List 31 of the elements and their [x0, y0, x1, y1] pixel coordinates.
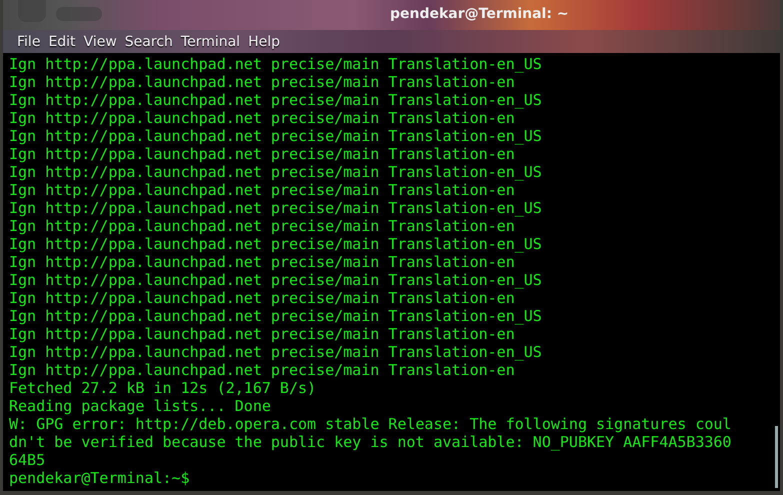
terminal-line: Ign http://ppa.launchpad.net precise/main Translation-en_US	[9, 127, 543, 145]
terminal-line: Ign http://ppa.launchpad.net precise/main Translation-en_US	[9, 307, 543, 325]
terminal-line: Ign http://ppa.launchpad.net precise/main Translation-en_US	[9, 55, 543, 73]
terminal-line: Reading package lists... Done	[9, 397, 272, 415]
menu-item[interactable]: Search	[120, 34, 177, 50]
terminal-line: Ign http://ppa.launchpad.net precise/main Translation-en	[9, 253, 516, 271]
terminal-line: dn't be verified because the public key is not available: NO_PUBKEY AAFF4A5B3360	[9, 433, 732, 451]
terminal-line: Ign http://ppa.launchpad.net precise/main Translation-en	[9, 289, 516, 307]
terminal-line: Ign http://ppa.launchpad.net precise/main Translation-en	[9, 325, 516, 343]
terminal-line: Ign http://ppa.launchpad.net precise/main Translation-en	[9, 217, 516, 235]
menu-item[interactable]: Terminal	[176, 34, 244, 50]
terminal-line: Ign http://ppa.launchpad.net precise/main Translation-en_US	[9, 163, 543, 181]
terminal-line: Fetched 27.2 kB in 12s (2,167 B/s)	[9, 379, 318, 397]
terminal-line: Ign http://ppa.launchpad.net precise/main Translation-en	[9, 109, 516, 127]
menu-item[interactable]: File	[13, 34, 44, 50]
terminal-line: Ign http://ppa.launchpad.net precise/main Translation-en_US	[9, 271, 543, 289]
menu-item[interactable]: Edit	[44, 34, 80, 50]
menu-item[interactable]: View	[80, 34, 121, 50]
terminal-line: Ign http://ppa.launchpad.net precise/main Translation-en_US	[9, 199, 543, 217]
terminal-line: Ign http://ppa.launchpad.net precise/main Translation-en_US	[9, 343, 543, 361]
terminal-line: Ign http://ppa.launchpad.net precise/main Translation-en_US	[9, 91, 543, 109]
terminal-line: Ign http://ppa.launchpad.net precise/main Translation-en_US	[9, 235, 543, 253]
terminal-line: 64B5	[9, 451, 46, 469]
terminal-line: W: GPG error: http://deb.opera.com stable Release: The following signatures coul	[9, 415, 732, 433]
terminal-line: Ign http://ppa.launchpad.net precise/main Translation-en	[9, 145, 516, 163]
terminal-line: Ign http://ppa.launchpad.net precise/main Translation-en	[9, 361, 516, 379]
menu-item[interactable]: Help	[244, 34, 284, 50]
window-title: pendekar@Terminal: ~	[390, 6, 569, 22]
terminal-line: pendekar@Terminal:~$	[9, 469, 191, 487]
terminal-line: Ign http://ppa.launchpad.net precise/main Translation-en	[9, 181, 516, 199]
terminal-line: Ign http://ppa.launchpad.net precise/main Translation-en	[9, 73, 516, 91]
